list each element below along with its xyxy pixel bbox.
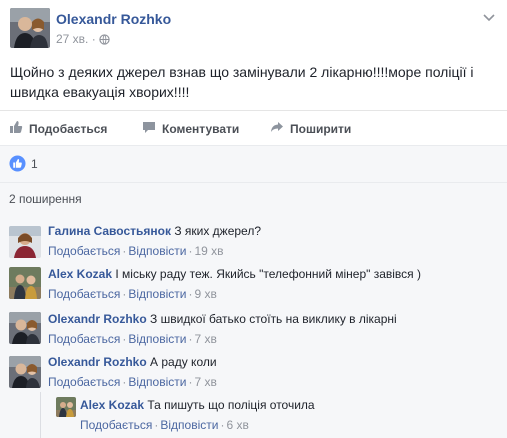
reply-text: Та пишуть що поліція оточила (147, 398, 315, 412)
reply-thread-line (40, 392, 41, 438)
comment-timestamp[interactable]: 7 хв (194, 332, 216, 346)
comment-avatar[interactable] (9, 226, 41, 258)
post-meta: 27 хв. · (56, 32, 110, 48)
share-label: Поширити (290, 121, 352, 136)
like-label: Подобається (29, 121, 108, 136)
post-author-avatar[interactable] (10, 8, 50, 48)
shares-bar: 2 поширення (0, 182, 507, 214)
reply-author[interactable]: Alex Kozak (80, 398, 144, 412)
comment-actions: Подобається · Відповісти · 9 хв (48, 287, 217, 301)
comment-text: З швидкої батько стоїть на виклику в лік… (150, 312, 397, 326)
comment-text: І міську раду теж. Якийсь "телефонний мі… (115, 267, 421, 281)
comment-text: А раду коли (150, 355, 217, 369)
comment-label: Коментувати (162, 121, 240, 136)
share-button[interactable]: Поширити (270, 120, 351, 137)
comment-reply-link[interactable]: Відповісти (128, 375, 186, 389)
comment-actions: Подобається · Відповісти · 7 хв (48, 375, 217, 389)
comment-timestamp[interactable]: 9 хв (194, 287, 216, 301)
thumbs-up-icon (9, 120, 23, 137)
chevron-down-icon[interactable] (483, 10, 495, 26)
comment-author[interactable]: Alex Kozak (48, 267, 112, 281)
reply-body: Alex Kozak Та пишуть що поліція оточила (80, 398, 315, 413)
comment-author[interactable]: Olexandr Rozhko (48, 312, 147, 326)
comment-author[interactable]: Olexandr Rozhko (48, 355, 147, 369)
reply-actions: Подобається · Відповісти · 6 хв (80, 418, 249, 432)
reply-timestamp[interactable]: 6 хв (226, 418, 248, 432)
post-text: Щойно з деяких джерел взнав що замінувал… (10, 64, 474, 100)
comment-actions: Подобається · Відповісти · 19 хв (48, 244, 224, 258)
reply-like-link[interactable]: Подобається (80, 418, 152, 432)
shares-count[interactable]: 2 поширення (9, 192, 82, 206)
comment-author[interactable]: Галина Савостьянок (48, 224, 171, 238)
globe-icon (99, 34, 110, 48)
comment-reply-link[interactable]: Відповісти (128, 287, 186, 301)
comment-text: З яких джерел? (174, 224, 262, 238)
comment-reply-link[interactable]: Відповісти (128, 244, 186, 258)
comment-like-link[interactable]: Подобається (48, 287, 120, 301)
comment-timestamp[interactable]: 19 хв (194, 244, 223, 258)
comment-button[interactable]: Коментувати (142, 120, 239, 137)
comment-icon (142, 120, 156, 137)
comment-body: Alex Kozak І міську раду теж. Якийсь "те… (48, 267, 421, 282)
comment-body: Olexandr Rozhko А раду коли (48, 355, 217, 370)
comment-like-link[interactable]: Подобається (48, 244, 120, 258)
comment-like-link[interactable]: Подобається (48, 375, 120, 389)
comment-body: Галина Савостьянок З яких джерел? (48, 224, 261, 239)
post-author-name[interactable]: Olexandr Rozhko (56, 11, 171, 27)
reaction-count[interactable]: 1 (31, 157, 38, 171)
like-reaction-icon[interactable] (9, 155, 26, 177)
comment-avatar[interactable] (9, 267, 41, 299)
post-timestamp[interactable]: 27 хв. (56, 32, 88, 46)
comment-avatar[interactable] (9, 356, 41, 388)
reply-avatar[interactable] (56, 397, 76, 417)
reactions-bar: 1 (0, 145, 507, 182)
reply-reply-link[interactable]: Відповісти (160, 418, 218, 432)
like-button[interactable]: Подобається (9, 120, 107, 137)
comment-reply-link[interactable]: Відповісти (128, 332, 186, 346)
comment-like-link[interactable]: Подобається (48, 332, 120, 346)
share-icon (270, 120, 284, 137)
comment-timestamp[interactable]: 7 хв (194, 375, 216, 389)
comment-actions: Подобається · Відповісти · 7 хв (48, 332, 217, 346)
comment-avatar[interactable] (9, 312, 41, 344)
post-actions-bar: Подобається Коментувати Поширити (0, 110, 507, 145)
comment-body: Olexandr Rozhko З швидкої батько стоїть … (48, 312, 397, 327)
